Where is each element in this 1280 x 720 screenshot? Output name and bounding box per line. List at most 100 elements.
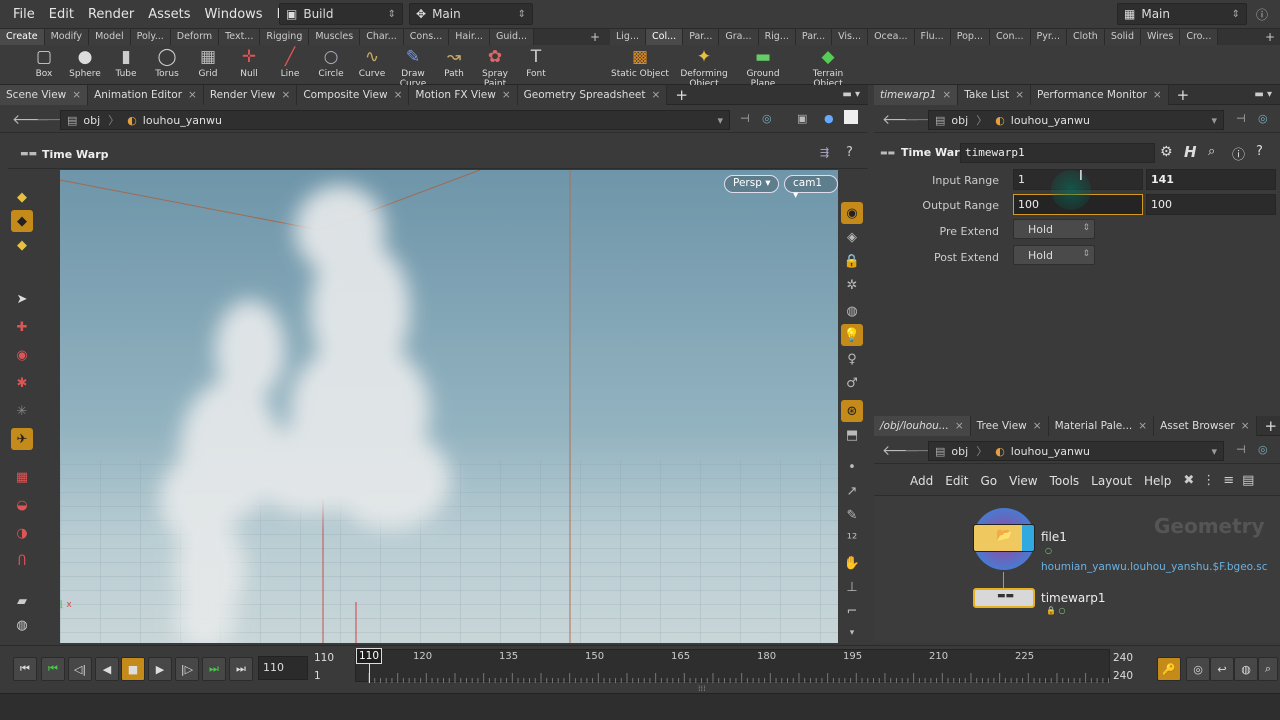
shelf-tab[interactable]: Flu...	[914, 29, 951, 45]
vis-icon[interactable]: ⊛	[841, 400, 863, 422]
pane-tab[interactable]: Material Pale... ×	[1048, 415, 1155, 436]
network-menu-item[interactable]: Layout	[1085, 474, 1138, 488]
shelf-tool-torus[interactable]: ◯ Torus	[145, 47, 189, 79]
pane-tab[interactable]: Tree View ×	[970, 415, 1049, 436]
input-range-end[interactable]: 141	[1146, 169, 1276, 190]
snap-grid-icon[interactable]: ▦	[11, 466, 33, 488]
post-extend-menu[interactable]: Hold ⇕	[1013, 245, 1095, 265]
template-icon[interactable]: ✲	[841, 274, 863, 296]
node-timewarp1[interactable]: ▬▬	[973, 588, 1035, 608]
stop-icon[interactable]: ■	[121, 657, 145, 681]
shelf-tool-path[interactable]: ↝ Path	[432, 47, 476, 79]
close-icon[interactable]: ×	[1153, 89, 1162, 101]
network-menu-item[interactable]: Tools	[1044, 474, 1086, 488]
shelf-tool-draw-curve[interactable]: ✎Draw Curve	[391, 47, 435, 89]
shelf-tab[interactable]: Vis...	[832, 29, 869, 45]
step-start-icon[interactable]: ⏮	[41, 657, 65, 681]
node-name-field[interactable]: timewarp1	[960, 143, 1155, 163]
shelf-tool-line[interactable]: ╱ Line	[268, 47, 312, 79]
param-help-icon[interactable]: ?	[1256, 144, 1263, 159]
scale-tool-icon[interactable]: ✱	[11, 372, 33, 394]
shelf-tab[interactable]: Hair...	[449, 29, 490, 45]
close-icon[interactable]: ×	[1138, 420, 1147, 432]
shelf-tab[interactable]: Gra...	[719, 29, 759, 45]
shelf-tab[interactable]: Solid	[1104, 29, 1141, 45]
shelf-tab[interactable]: Col...	[646, 29, 684, 45]
shelf-tool-sphere[interactable]: ● Sphere	[63, 47, 107, 79]
next-frame-icon[interactable]: |▷	[175, 657, 199, 681]
camera-tool-icon[interactable]: ▰	[11, 590, 33, 612]
audio-icon[interactable]: ◎	[1186, 657, 1210, 681]
desktop-selector[interactable]: ▣ Build ⇕	[279, 3, 403, 25]
search-icon[interactable]: ⌕	[1208, 144, 1215, 159]
shelf-tool-grid[interactable]: ▦ Grid	[186, 47, 230, 79]
number-icon[interactable]: ¹²	[841, 528, 863, 550]
point-icon[interactable]: •	[841, 456, 863, 478]
display-options-icon[interactable]: ⇶	[820, 146, 829, 159]
pane-tab[interactable]: Geometry Spreadsheet ×	[517, 84, 668, 105]
pane-tab[interactable]: Animation Editor ×	[88, 84, 204, 105]
playhead-marker[interactable]: 110	[356, 648, 382, 664]
pen-icon[interactable]: ✎	[841, 504, 863, 526]
loop-icon[interactable]: ↩	[1210, 657, 1234, 681]
viewport[interactable]: Persp ▾ cam1 ▾ ⌊ x	[60, 170, 838, 643]
display-mode-icon[interactable]: ◉	[841, 202, 863, 224]
close-icon[interactable]: ×	[1033, 420, 1042, 432]
pane-tab[interactable]: timewarp1 ×	[874, 84, 959, 105]
link-icon[interactable]: ◎	[762, 112, 772, 125]
flashlight-icon[interactable]: ♂	[841, 372, 863, 394]
close-icon[interactable]: ×	[1015, 89, 1024, 101]
close-icon[interactable]: ×	[652, 89, 661, 101]
render-region-icon[interactable]: ◍	[11, 614, 33, 636]
close-icon[interactable]: ×	[1241, 420, 1250, 432]
shelf-tool-font[interactable]: T Font	[514, 47, 558, 79]
shelf-tool-curve[interactable]: ∿ Curve	[350, 47, 394, 79]
shelf-tool-null[interactable]: ✛ Null	[227, 47, 271, 79]
close-icon[interactable]: ×	[502, 89, 511, 101]
shelf-tab[interactable]: Rig...	[758, 29, 796, 45]
network-menu-item[interactable]: Add	[904, 474, 939, 488]
shelf-tab[interactable]: Par...	[795, 29, 833, 45]
shelf-tab[interactable]: Pop...	[950, 29, 990, 45]
jump-start-icon[interactable]: ⏮	[13, 657, 37, 681]
pane-tab[interactable]: Motion FX View ×	[409, 84, 518, 105]
pane-tab[interactable]: Scene View ×	[0, 84, 89, 105]
headlight-icon[interactable]: ♀	[841, 348, 863, 370]
menu-edit[interactable]: Edit	[42, 7, 81, 22]
right-desktop-selector[interactable]: ▦ Main ⇕	[1117, 3, 1247, 25]
snap-point-icon[interactable]: ◑	[11, 522, 33, 544]
param-path-field[interactable]: ▤ obj 〉 ◐ louhou_yanwu ▾	[928, 110, 1224, 130]
shelf-tab[interactable]: Poly...	[130, 29, 171, 45]
pane-tab[interactable]: Performance Monitor ×	[1031, 84, 1169, 105]
snap-prim-icon[interactable]: ◒	[11, 494, 33, 516]
timeline-ruler[interactable]: 110 120 135 150 165 180 195 210 225	[355, 648, 1110, 683]
shelf-tab[interactable]: Char...	[360, 29, 404, 45]
add-tab-icon[interactable]: +	[1257, 417, 1280, 435]
net-pin-icon[interactable]: ⊣	[1236, 443, 1246, 456]
close-icon[interactable]: ×	[942, 89, 951, 101]
add-shelf-right[interactable]: +	[1260, 29, 1280, 45]
pane-menu-icon[interactable]: ▬ ▾	[834, 89, 868, 100]
add-tab-icon[interactable]: +	[667, 86, 696, 104]
info-icon[interactable]: ⓘ	[1232, 144, 1245, 163]
left-path-field[interactable]: ▤ obj 〉 ◐ louhou_yanwu ▾	[60, 110, 730, 130]
cube-icon[interactable]: ▣	[797, 112, 807, 125]
handle-tool-icon[interactable]: ✳	[11, 400, 33, 422]
move-tool-icon[interactable]: ✚	[11, 316, 33, 338]
lock-icon[interactable]: 🔒	[841, 250, 863, 272]
close-icon[interactable]: ×	[282, 89, 291, 101]
network-menu-item[interactable]: View	[1003, 474, 1043, 488]
snap-multi-icon[interactable]: Ⴖ	[11, 550, 33, 572]
network-tools-icons[interactable]: ✖⋮≡▤	[1183, 473, 1262, 488]
realtime-icon[interactable]: ◍	[1234, 657, 1258, 681]
menu-file[interactable]: File	[6, 7, 42, 22]
select-geo-icon[interactable]: ◆	[11, 210, 33, 232]
shelf-tab[interactable]: Rigging	[260, 29, 310, 45]
pane-tab[interactable]: Asset Browser ×	[1154, 415, 1257, 436]
context-selector[interactable]: ✥ Main ⇕	[409, 3, 533, 25]
shelf-tool-spray-paint[interactable]: ✿Spray Paint	[473, 47, 517, 89]
ghost-icon[interactable]: ◈	[841, 226, 863, 248]
close-icon[interactable]: ×	[72, 89, 81, 101]
gear-icon[interactable]: ⚙	[1160, 144, 1173, 160]
output-range-end[interactable]: 100	[1146, 194, 1276, 215]
